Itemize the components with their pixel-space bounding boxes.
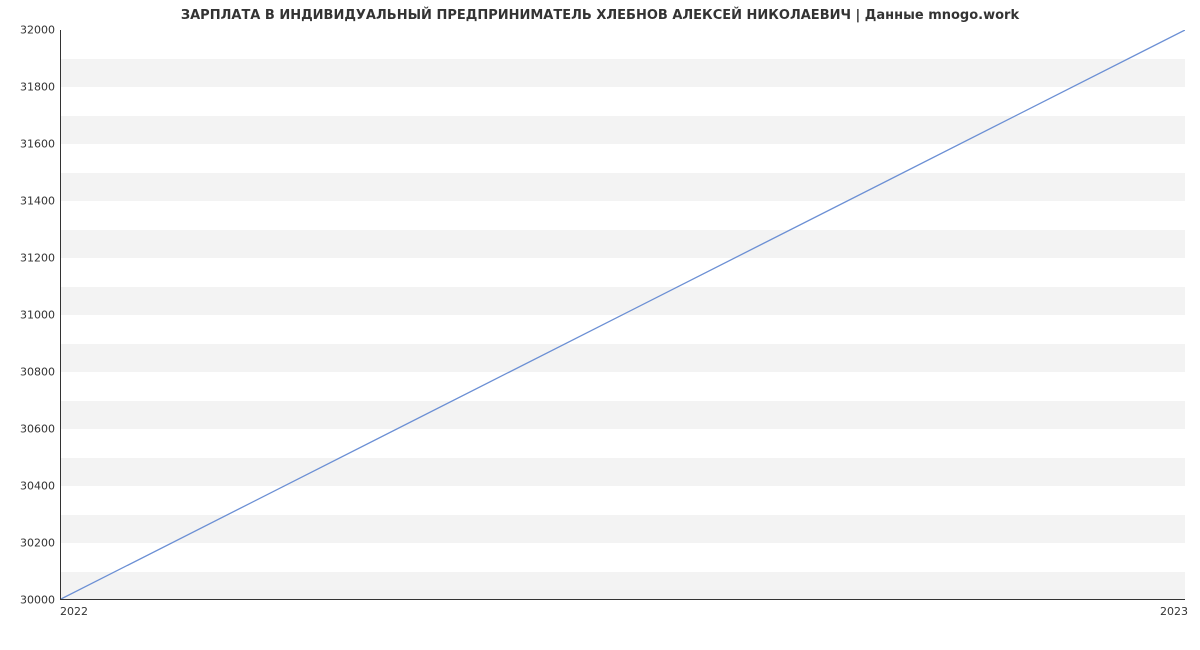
y-tick-label: 31400	[5, 195, 55, 208]
line-series	[61, 30, 1185, 599]
y-tick-label: 30600	[5, 423, 55, 436]
x-tick-label: 2022	[60, 605, 88, 618]
y-tick-label: 31600	[5, 138, 55, 151]
x-tick-label: 2023	[1160, 605, 1188, 618]
chart-title: ЗАРПЛАТА В ИНДИВИДУАЛЬНЫЙ ПРЕДПРИНИМАТЕЛ…	[0, 8, 1200, 23]
y-tick-label: 31800	[5, 81, 55, 94]
y-tick-label: 30800	[5, 366, 55, 379]
y-tick-label: 30200	[5, 537, 55, 550]
chart-container: ЗАРПЛАТА В ИНДИВИДУАЛЬНЫЙ ПРЕДПРИНИМАТЕЛ…	[0, 0, 1200, 650]
y-tick-label: 31200	[5, 252, 55, 265]
y-tick-label: 30000	[5, 594, 55, 607]
plot-area	[60, 30, 1185, 600]
salary-line	[61, 30, 1185, 599]
y-tick-label: 30400	[5, 480, 55, 493]
y-tick-label: 32000	[5, 24, 55, 37]
y-tick-label: 31000	[5, 309, 55, 322]
